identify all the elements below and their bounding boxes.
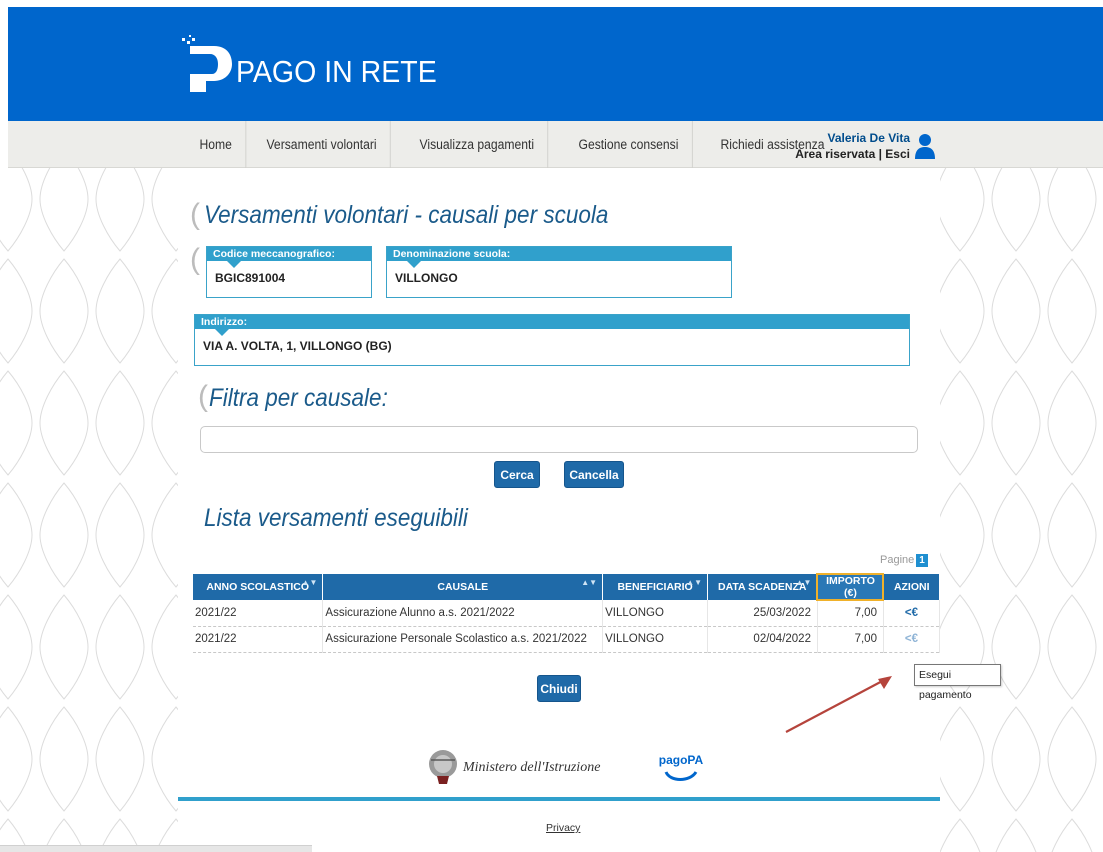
indirizzo-field: Indirizzo: VIA A. VOLTA, 1, VILLONGO (BG… xyxy=(194,314,910,366)
pay-icon[interactable]: <€ xyxy=(883,626,941,653)
privacy-link[interactable]: Privacy xyxy=(546,822,580,834)
user-name: Valeria De Vita xyxy=(827,131,911,145)
indirizzo-label: Indirizzo: xyxy=(195,315,909,336)
top-strip xyxy=(0,0,1103,7)
cell-importo: 7,00 xyxy=(817,600,884,627)
cell-beneficiario: VILLONGO xyxy=(602,600,709,627)
pagoinrete-logo-icon[interactable] xyxy=(176,34,236,96)
sort-icon[interactable]: ▲▼ xyxy=(686,578,702,587)
footer-divider xyxy=(178,797,940,801)
indirizzo-value: VIA A. VOLTA, 1, VILLONGO (BG) xyxy=(203,339,392,353)
user-info: Valeria De Vita Area riservata | Esci xyxy=(788,131,910,161)
col-data-scadenza[interactable]: DATA SCADENZA ▲▼ xyxy=(707,574,818,600)
cell-beneficiario: VILLONGO xyxy=(602,626,709,653)
nav-menu: Home Versamenti volontari Visualizza pag… xyxy=(186,121,852,168)
nav-item-visualizza-pagamenti[interactable]: Visualizza pagamenti xyxy=(406,121,549,168)
col-beneficiario[interactable]: BENEFICIARIO ▲▼ xyxy=(602,574,709,600)
col-causale-label: CAUSALE xyxy=(437,581,489,593)
col-anno-label: ANNO SCOLASTICO xyxy=(206,581,310,593)
col-scadenza-label: DATA SCADENZA xyxy=(718,581,807,593)
col-anno-scolastico[interactable]: ANNO SCOLASTICO ▲▼ xyxy=(193,574,324,600)
filter-decoration: ( xyxy=(198,380,208,413)
area-riservata-links[interactable]: Area riservata | Esci xyxy=(788,147,910,161)
sort-icon[interactable]: ▲▼ xyxy=(581,578,597,587)
pay-icon[interactable]: <€ xyxy=(883,600,941,627)
col-importo[interactable]: IMPORTO (€) xyxy=(816,573,885,601)
table-row: 2021/22 Assicurazione Personale Scolasti… xyxy=(193,626,941,653)
site-header: PAGO IN RETE xyxy=(8,7,1103,121)
cell-scadenza: 02/04/2022 xyxy=(707,626,818,653)
cell-scadenza: 25/03/2022 xyxy=(707,600,818,627)
col-beneficiario-label: BENEFICIARIO xyxy=(617,581,693,593)
codice-label: Codice meccanografico: xyxy=(207,247,371,268)
brand-title[interactable]: PAGO IN RETE xyxy=(236,54,437,90)
versamenti-table: ANNO SCOLASTICO ▲▼ CAUSALE ▲▼ BENEFICIARIO… xyxy=(193,573,941,653)
browser-status-bar xyxy=(0,845,312,852)
title-decoration: ( xyxy=(190,198,200,231)
denominazione-label: Denominazione scuola: xyxy=(387,247,731,268)
denominazione-field: Denominazione scuola: VILLONGO xyxy=(386,246,732,298)
chiudi-button[interactable]: Chiudi xyxy=(537,675,581,702)
nav-item-versamenti-volontari[interactable]: Versamenti volontari xyxy=(253,121,391,168)
ministero-logo-text: Ministero dell'Istruzione xyxy=(463,760,601,775)
col-azioni: AZIONI xyxy=(883,574,941,600)
sort-icon[interactable]: ▲▼ xyxy=(302,578,318,587)
pagopa-logo-icon: pagoPA xyxy=(659,753,704,781)
page-1-link[interactable]: 1 xyxy=(916,554,928,567)
list-title: Lista versamenti eseguibili xyxy=(204,504,468,532)
pages-label: Pagine xyxy=(880,554,915,566)
cell-causale: Assicurazione Alunno a.s. 2021/2022 xyxy=(322,600,604,627)
pagopa-logo-text: pagoPA xyxy=(659,753,704,767)
field-decoration: ( xyxy=(190,243,200,276)
col-causale[interactable]: CAUSALE ▲▼ xyxy=(322,574,604,600)
filter-title: Filtra per causale: xyxy=(209,384,388,412)
sort-icon[interactable]: ▲▼ xyxy=(796,578,812,587)
col-importo-label: IMPORTO (€) xyxy=(826,575,875,599)
nav-bar: Home Versamenti volontari Visualizza pag… xyxy=(8,121,1103,168)
page-title: Versamenti volontari - causali per scuol… xyxy=(204,201,609,229)
annotation-arrow xyxy=(785,676,892,733)
cell-importo: 7,00 xyxy=(817,626,884,653)
denominazione-value: VILLONGO xyxy=(395,271,458,285)
codice-field: Codice meccanografico: BGIC891004 xyxy=(206,246,372,298)
causale-filter-input[interactable] xyxy=(200,426,918,453)
nav-item-gestione-consensi[interactable]: Gestione consensi xyxy=(565,121,693,168)
col-azioni-label: AZIONI xyxy=(893,581,930,593)
pay-tooltip: Esegui pagamento xyxy=(914,664,1001,701)
cerca-button[interactable]: Cerca xyxy=(494,461,540,488)
user-icon xyxy=(915,134,935,159)
cell-anno: 2021/22 xyxy=(193,600,324,627)
pagination: Pagine 1 xyxy=(880,554,928,567)
cell-causale: Assicurazione Personale Scolastico a.s. … xyxy=(322,626,604,653)
cell-anno: 2021/22 xyxy=(193,626,324,653)
table-header-row: ANNO SCOLASTICO ▲▼ CAUSALE ▲▼ BENEFICIARIO… xyxy=(193,573,941,601)
nav-item-home[interactable]: Home xyxy=(186,121,247,168)
table-row: 2021/22 Assicurazione Alunno a.s. 2021/2… xyxy=(193,600,941,627)
cancella-button[interactable]: Cancella xyxy=(564,461,624,488)
